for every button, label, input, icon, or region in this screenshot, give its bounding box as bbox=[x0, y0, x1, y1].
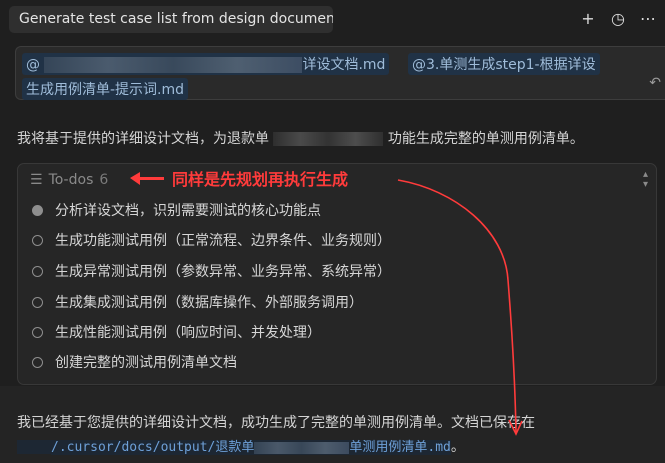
file-chip-prompt-cont[interactable]: 生成用例清单-提示词.md bbox=[22, 78, 189, 100]
red-arrow-icon bbox=[130, 171, 164, 185]
chat-input[interactable]: @ 详设文档.md @3.单测生成step1-根据详设 生成用例清单-提示词.m… bbox=[15, 46, 665, 100]
todo-item: 分析详设文档，识别需要测试的核心功能点 bbox=[32, 200, 321, 220]
todo-item: 生成性能测试用例（响应时间、并发处理） bbox=[32, 322, 321, 342]
output-path-link[interactable]: /.cursor/docs/output/退款单 单测用例清单.md bbox=[51, 440, 451, 455]
file-chip-prompt[interactable]: @3.单测生成step1-根据详设 bbox=[408, 53, 600, 75]
history-icon[interactable]: ◷ bbox=[609, 9, 627, 29]
in-progress-icon bbox=[32, 204, 43, 216]
result-message: 我已经基于您提供的详细设计文档，成功生成了完整的单测用例清单。文档已保存在 bbox=[17, 415, 535, 431]
pending-circle-icon bbox=[32, 234, 43, 246]
top-toolbar: + ◷ ⋯ bbox=[579, 9, 657, 29]
todo-panel: ☰ To-dos 6 同样是先规划再执行生成 ▴ ▾ 分析详设文档，识别需要测试的… bbox=[17, 163, 657, 385]
pending-circle-icon bbox=[32, 356, 43, 368]
todo-item: 生成集成测试用例（数据库操作、外部服务调用） bbox=[32, 292, 363, 312]
plus-icon[interactable]: + bbox=[579, 9, 597, 29]
redacted-region bbox=[44, 57, 303, 73]
chat-tab-title[interactable]: Generate test case list from design docu… bbox=[9, 6, 333, 33]
redacted-region bbox=[17, 440, 51, 454]
pending-circle-icon bbox=[32, 296, 43, 308]
todo-header[interactable]: ☰ To-dos 6 bbox=[30, 172, 108, 188]
pending-circle-icon bbox=[32, 265, 43, 277]
redacted-region bbox=[273, 132, 384, 146]
file-chip-design-doc[interactable]: @ 详设文档.md bbox=[22, 53, 390, 75]
more-icon[interactable]: ⋯ bbox=[639, 9, 657, 29]
collapse-chevron-icon[interactable]: ▴ ▾ bbox=[643, 170, 648, 190]
todo-item: 生成功能测试用例（正常流程、边界条件、业务规则） bbox=[32, 230, 391, 250]
pending-circle-icon bbox=[32, 326, 43, 338]
todo-item: 创建完整的测试用例清单文档 bbox=[32, 352, 237, 372]
list-icon: ☰ bbox=[30, 172, 43, 188]
result-path-line: /.cursor/docs/output/退款单 单测用例清单.md。 bbox=[17, 436, 465, 456]
todo-count: 6 bbox=[99, 172, 109, 188]
undo-icon[interactable]: ↶ bbox=[649, 75, 661, 91]
redacted-region bbox=[254, 441, 350, 454]
annotation-callout: 同样是先规划再执行生成 bbox=[130, 166, 348, 190]
todo-item: 生成异常测试用例（参数异常、业务异常、系统异常） bbox=[32, 261, 391, 281]
assistant-intro: 我将基于提供的详细设计文档，为退款单 功能生成完整的单测用例清单。 bbox=[17, 131, 584, 147]
